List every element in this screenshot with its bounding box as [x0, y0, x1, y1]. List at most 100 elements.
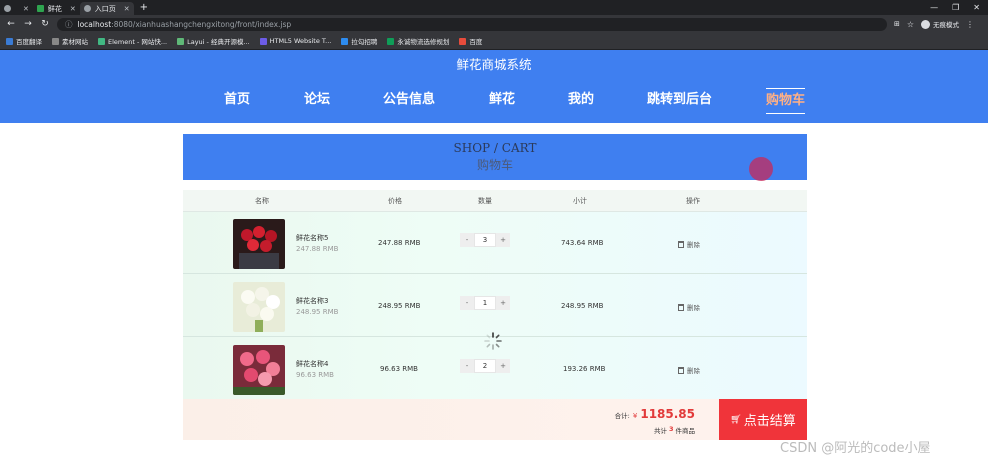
nav-forum[interactable]: 论坛 [304, 88, 330, 114]
price-cell: 247.88 RMB [378, 239, 421, 247]
close-icon[interactable]: ✕ [124, 5, 130, 13]
table-row: 鲜花名称5 247.88 RMB 247.88 RMB - + 743.64 R… [183, 212, 807, 274]
product-image[interactable] [233, 345, 285, 395]
nav-mine[interactable]: 我的 [568, 88, 594, 114]
increase-button[interactable]: + [496, 296, 510, 310]
bookmark-icon [459, 37, 467, 45]
product-unit-price: 247.88 RMB [296, 245, 339, 253]
close-window-button[interactable]: ✕ [973, 3, 980, 12]
globe-icon [83, 5, 91, 12]
decrease-button[interactable]: - [460, 359, 474, 373]
bookmark-icon [259, 37, 267, 45]
col-header-name: 名称 [255, 197, 269, 205]
bookmark-item[interactable]: 拉勾招聘 [341, 36, 377, 46]
price-cell: 248.95 RMB [378, 302, 421, 310]
bookmark-item[interactable]: Element - 网站快... [98, 36, 167, 46]
avatar [921, 19, 931, 29]
bookmark-icon [177, 37, 185, 45]
nav-home[interactable]: 首页 [224, 88, 250, 114]
close-icon[interactable]: ✕ [70, 5, 76, 13]
forward-arrow-icon[interactable]: → [23, 19, 33, 29]
col-header-action: 操作 [686, 197, 700, 205]
product-unit-price: 96.63 RMB [296, 371, 334, 379]
url-input[interactable]: ⓘ localhost:8080/xianhuashangchengxitong… [57, 17, 887, 31]
quantity-stepper: - + [460, 296, 510, 310]
table-row: 鲜花名称3 248.95 RMB 248.95 RMB - + 248.95 R… [183, 275, 807, 337]
price-cell: 96.63 RMB [380, 365, 418, 373]
nav-announcements[interactable]: 公告信息 [383, 88, 435, 114]
quantity-input[interactable] [474, 359, 496, 373]
profile-button[interactable]: 无痕模式 [921, 19, 959, 29]
bookmarks-bar: 百度翻译 素材网站 Element - 网站快... Layui - 经典开源模… [0, 33, 988, 50]
cart-icon: 🛒︎ [730, 414, 742, 425]
product-name[interactable]: 鲜花名称5 [296, 233, 328, 243]
product-image[interactable] [233, 282, 285, 332]
increase-button[interactable]: + [496, 233, 510, 247]
browser-tab[interactable]: ✕ [0, 2, 33, 15]
maximize-button[interactable]: ❐ [952, 3, 959, 12]
product-name[interactable]: 鲜花名称3 [296, 296, 328, 306]
decrease-button[interactable]: - [460, 296, 474, 310]
total-line: 合计: ¥ 1185.85 [615, 407, 695, 421]
nav-cart[interactable]: 购物车 [766, 88, 806, 114]
delete-button[interactable]: 删除 [678, 302, 700, 312]
bookmark-item[interactable]: 百度 [459, 36, 482, 46]
new-tab-button[interactable]: + [140, 2, 148, 13]
main-nav: 首页 论坛 公告信息 鲜花 我的 跳转到后台 购物车 [0, 88, 988, 114]
increase-button[interactable]: + [496, 359, 510, 373]
browser-tab-active[interactable]: 入口页 ✕ [79, 2, 134, 15]
browser-tab[interactable]: 鲜花 ✕ [33, 2, 80, 15]
trash-icon [678, 240, 684, 248]
reload-icon[interactable]: ↻ [40, 19, 50, 29]
delete-button[interactable]: 删除 [678, 365, 700, 375]
checkout-button[interactable]: 🛒︎ 点击结算 [719, 399, 807, 440]
back-arrow-icon[interactable]: ← [6, 19, 16, 29]
quantity-input[interactable] [474, 296, 496, 310]
subtotal-cell: 743.64 RMB [561, 239, 604, 247]
product-name[interactable]: 鲜花名称4 [296, 359, 328, 369]
product-unit-price: 248.95 RMB [296, 308, 339, 316]
minimize-button[interactable]: — [930, 3, 938, 12]
loading-spinner-icon [484, 332, 502, 350]
translate-icon[interactable]: ⊞ [894, 20, 900, 28]
cart-summary: 合计: ¥ 1185.85 共计 3 件商品 🛒︎ 点击结算 [183, 399, 807, 440]
table-header: 名称 价格 数量 小计 操作 [183, 190, 807, 212]
bookmark-icon [341, 37, 349, 45]
bookmark-icon [387, 37, 395, 45]
quantity-input[interactable] [474, 233, 496, 247]
total-amount: 1185.85 [640, 407, 695, 421]
banner-title-en: SHOP / CART [453, 141, 537, 155]
app-icon [36, 5, 44, 12]
bookmark-item[interactable]: 永诚物流选修规划 [387, 36, 449, 46]
trash-icon [678, 303, 684, 311]
star-icon[interactable]: ☆ [907, 20, 914, 29]
col-header-price: 价格 [388, 197, 402, 205]
nav-admin[interactable]: 跳转到后台 [647, 88, 712, 114]
col-header-qty: 数量 [478, 197, 492, 205]
close-icon[interactable]: ✕ [23, 5, 29, 13]
product-image[interactable] [233, 219, 285, 269]
cart-table: 名称 价格 数量 小计 操作 鲜花名称5 247.88 RMB 247.88 R… [183, 190, 807, 440]
delete-button[interactable]: 删除 [678, 239, 700, 249]
bookmark-item[interactable]: Layui - 经典开源模... [177, 36, 250, 46]
globe-icon [4, 5, 11, 12]
decrease-button[interactable]: - [460, 233, 474, 247]
trash-icon [678, 366, 684, 374]
info-icon: ⓘ [65, 19, 73, 29]
watermark: CSDN @阿光的code小屋 [780, 441, 931, 456]
bookmark-item[interactable]: 百度翻译 [6, 36, 42, 46]
nav-flowers[interactable]: 鲜花 [489, 88, 515, 114]
menu-icon[interactable]: ⋮ [966, 20, 974, 29]
quantity-stepper: - + [460, 233, 510, 247]
bookmark-icon [52, 37, 59, 45]
window-controls: — ❐ ✕ [930, 3, 988, 12]
currency-symbol: ¥ [632, 412, 638, 420]
col-header-subtotal: 小计 [573, 197, 587, 205]
bookmark-item[interactable]: HTML5 Website T... [259, 37, 331, 45]
bookmark-item[interactable]: 素材网站 [52, 36, 88, 46]
address-bar-row: ← → ↻ ⓘ localhost:8080/xianhuashangcheng… [0, 15, 988, 33]
item-count: 共计 3 件商品 [653, 425, 695, 435]
cart-banner: SHOP / CART 购物车 [183, 134, 807, 180]
cursor-indicator [749, 157, 773, 181]
bookmark-icon [6, 37, 13, 45]
